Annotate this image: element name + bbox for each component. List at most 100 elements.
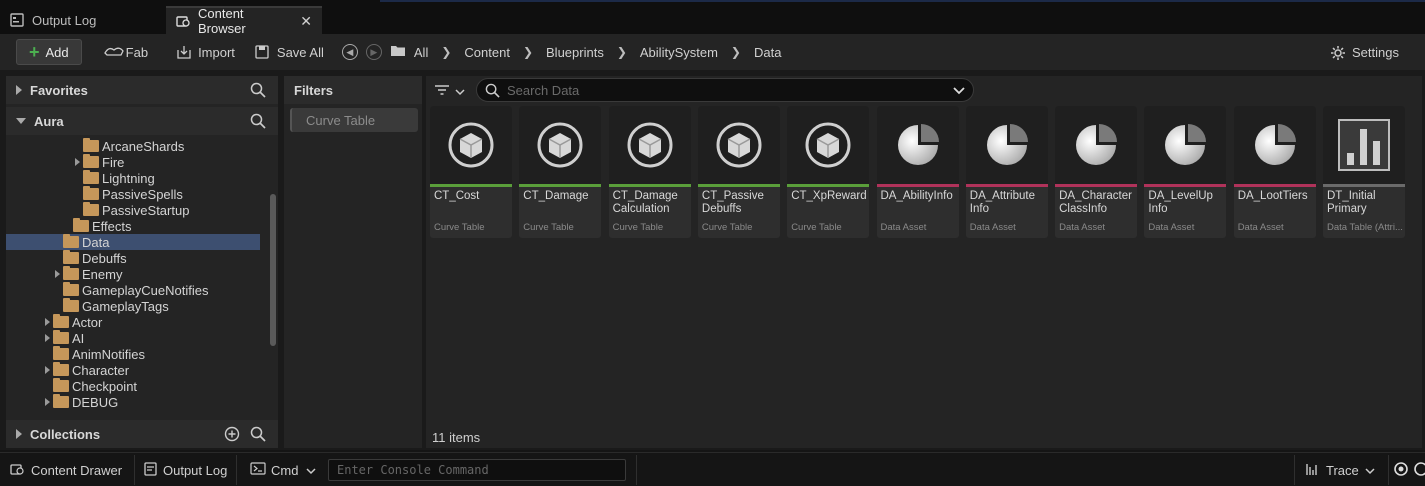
chevron-down-icon[interactable]	[953, 84, 965, 99]
folder-tree-item[interactable]: ArcaneShards	[6, 138, 260, 154]
asset-tile[interactable]: CT_Damage Curve Table	[519, 106, 602, 238]
settings-button[interactable]: Settings	[1322, 39, 1407, 65]
cmd-dropdown[interactable]: Cmd	[250, 459, 316, 481]
tree-scrollbar[interactable]	[270, 194, 276, 346]
import-label: Import	[198, 44, 235, 60]
add-circle-icon[interactable]	[224, 426, 240, 445]
asset-tile[interactable]: DA_Character ClassInfo Data Asset	[1055, 106, 1138, 238]
asset-tile[interactable]: DA_LevelUp Info Data Asset	[1144, 106, 1227, 238]
content-browser-icon	[176, 14, 190, 28]
folder-icon	[53, 378, 69, 392]
search-input[interactable]: Search Data	[476, 78, 974, 102]
trace-icon	[1306, 462, 1320, 479]
asset-tile[interactable]: DA_Attribute Info Data Asset	[965, 106, 1048, 238]
folder-tree-item[interactable]: Fire	[6, 154, 260, 170]
expand-arrow-icon[interactable]	[16, 429, 22, 439]
trace-dropdown[interactable]: Trace	[1306, 459, 1375, 481]
breadcrumb-content[interactable]: Content	[464, 45, 510, 60]
breadcrumb-abilitysystem[interactable]: AbilitySystem	[640, 45, 718, 60]
tab-label: Content Browser	[198, 6, 246, 36]
folder-tree-item[interactable]: GameplayCueNotifies	[6, 282, 260, 298]
record-button[interactable]	[1394, 459, 1408, 481]
expand-arrow-icon[interactable]	[42, 317, 52, 327]
folder-tree-item[interactable]: DEBUG	[6, 394, 260, 410]
folder-tree-item[interactable]: AnimNotifies	[6, 346, 260, 362]
folder-label: Checkpoint	[72, 378, 138, 394]
search-icon[interactable]	[250, 82, 266, 101]
expand-arrow-icon[interactable]	[52, 269, 62, 279]
asset-tile[interactable]: CT_XpReward Curve Table	[787, 106, 870, 238]
close-icon[interactable]: ✕	[300, 13, 312, 30]
aura-header[interactable]: Aura	[6, 107, 278, 135]
folder-tree-item[interactable]: Debuffs	[6, 250, 260, 266]
output-log-button[interactable]: Output Log	[144, 459, 227, 481]
folder-tree-item[interactable]: Actor	[6, 314, 260, 330]
forward-icon[interactable]: ▶	[365, 44, 382, 60]
folder-label: GameplayTags	[82, 298, 169, 314]
expand-arrow-icon[interactable]	[42, 333, 52, 343]
save-all-button[interactable]: Save All	[247, 39, 332, 65]
curve-table-icon	[608, 106, 691, 184]
expand-arrow-icon[interactable]	[42, 397, 52, 407]
folder-tree-item[interactable]: Effects	[6, 218, 260, 234]
breadcrumb-all[interactable]: All	[414, 45, 428, 60]
tab-content-browser[interactable]: Content Browser ✕	[166, 6, 322, 36]
breadcrumb-blueprints[interactable]: Blueprints	[546, 45, 604, 60]
folder-tree-item[interactable]: Checkpoint	[6, 378, 260, 394]
folder-tree-item[interactable]: Enemy	[6, 266, 260, 282]
asset-tile[interactable]: DA_LootTiers Data Asset	[1233, 106, 1316, 238]
breadcrumb-data[interactable]: Data	[754, 45, 781, 60]
folder-icon	[83, 170, 99, 184]
folder-tree-item[interactable]: GameplayTags	[6, 298, 260, 314]
search-icon[interactable]	[250, 426, 266, 445]
asset-type-color-bar	[519, 184, 602, 187]
content-drawer-button[interactable]: Content Drawer	[10, 459, 122, 481]
tab-output-log[interactable]: Output Log	[0, 6, 164, 34]
chevron-right-icon[interactable]: ❯	[731, 45, 741, 59]
folder-icon[interactable]	[390, 44, 406, 60]
folder-label: Lightning	[102, 170, 155, 186]
record-icon	[1394, 461, 1408, 479]
expand-arrow-icon[interactable]	[16, 85, 22, 95]
fab-icon	[103, 45, 124, 59]
chevron-right-icon[interactable]: ❯	[441, 45, 451, 59]
folder-tree-item[interactable]: AI	[6, 330, 260, 346]
save-icon	[255, 45, 271, 59]
asset-tile[interactable]: DA_AbilityInfo Data Asset	[876, 106, 959, 238]
asset-tile[interactable]: CT_Cost Curve Table	[430, 106, 512, 238]
fab-button[interactable]: Fab	[96, 39, 156, 65]
search-icon[interactable]	[250, 113, 266, 132]
back-icon[interactable]: ◀	[341, 44, 358, 60]
asset-name: DA_LootTiers	[1237, 190, 1308, 202]
favorites-header[interactable]: Favorites	[6, 76, 278, 104]
asset-tile[interactable]: DT_Initial Primary Values Data Table (Att…	[1323, 106, 1405, 238]
folder-tree-item[interactable]: Data	[6, 234, 260, 250]
content-drawer-label: Content Drawer	[31, 462, 123, 478]
collapse-arrow-icon[interactable]	[16, 118, 26, 124]
chevron-down-icon	[1365, 463, 1375, 478]
folder-tree-item[interactable]: Lightning	[6, 170, 260, 186]
expand-arrow-icon[interactable]	[72, 157, 82, 167]
folder-tree-item[interactable]: PassiveSpells	[6, 186, 260, 202]
asset-tile[interactable]: CT_Passive Debuffs Curve Table	[697, 106, 780, 238]
expand-arrow-icon[interactable]	[42, 365, 52, 375]
folder-icon	[83, 186, 99, 200]
chevron-right-icon[interactable]: ❯	[523, 45, 533, 59]
asset-tile[interactable]: CT_Damage Calculation Coefficients Curve …	[608, 106, 691, 238]
collections-header[interactable]: Collections	[6, 420, 278, 448]
import-button[interactable]: Import	[168, 39, 243, 65]
console-input[interactable]: Enter Console Command	[328, 459, 626, 481]
chevron-right-icon[interactable]: ❯	[617, 45, 627, 59]
add-button[interactable]: + Add	[16, 39, 82, 65]
folder-icon	[63, 234, 79, 248]
more-button[interactable]	[1414, 459, 1425, 481]
folder-tree-item[interactable]: PassiveStartup	[6, 202, 260, 218]
folder-tree-item[interactable]: Character	[6, 362, 260, 378]
folder-label: Character	[72, 362, 130, 378]
search-placeholder: Search Data	[507, 82, 580, 98]
filter-dropdown[interactable]	[434, 84, 465, 99]
output-log-label: Output Log	[163, 462, 228, 478]
filter-chip-curve-table[interactable]: Curve Table	[290, 108, 418, 132]
